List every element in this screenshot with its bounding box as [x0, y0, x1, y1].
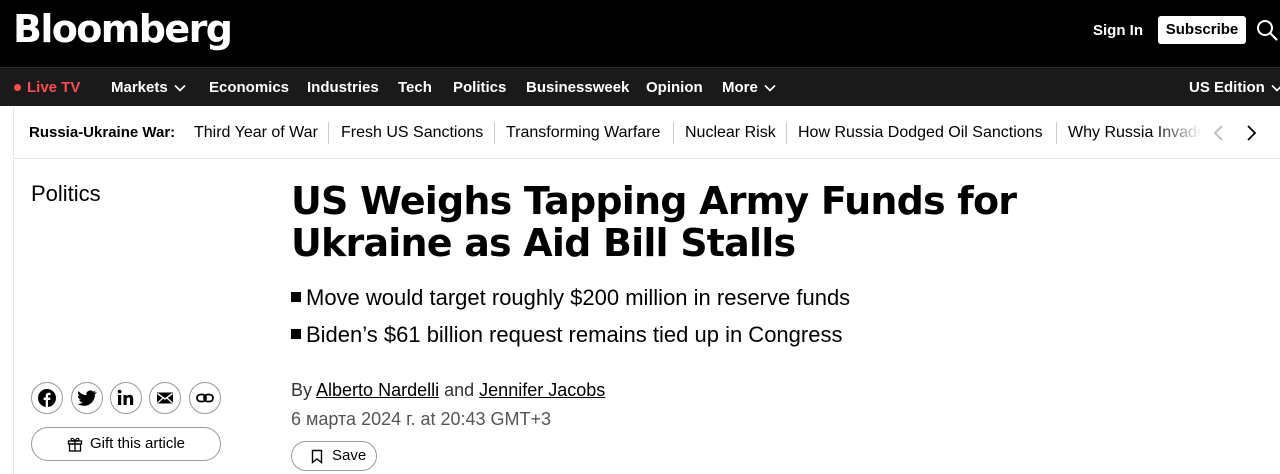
link-icon — [196, 393, 214, 403]
summary-bullet: Biden’s $61 billion request remains tied… — [291, 321, 842, 349]
subscribe-button[interactable]: Subscribe — [1158, 16, 1246, 44]
chevron-left-icon[interactable] — [1210, 123, 1228, 143]
search-icon[interactable] — [1256, 19, 1278, 41]
nav-item-markets[interactable]: Markets — [111, 68, 186, 107]
bullet-square-icon — [291, 292, 301, 303]
bookmark-icon — [311, 449, 323, 464]
edition-selector[interactable]: US Edition — [1189, 68, 1280, 107]
author-link[interactable]: Alberto Nardelli — [316, 380, 439, 400]
nav-item-label: Economics — [209, 79, 290, 96]
nav-item-label: More — [722, 79, 758, 96]
nav-item-label: Businessweek — [526, 79, 630, 96]
topic-link[interactable]: Nuclear Risk — [685, 107, 776, 159]
email-icon — [157, 392, 173, 404]
linkedin-icon — [117, 389, 134, 405]
topic-link[interactable]: Transforming Warfare — [506, 107, 660, 159]
divider — [13, 160, 14, 474]
byline: By Alberto Nardelli and Jennifer Jacobs — [291, 378, 605, 402]
masthead: Bloomberg Sign In Subscribe — [0, 0, 1280, 67]
nav-item-industries[interactable]: Industries — [307, 68, 379, 107]
chevron-down-icon — [764, 84, 776, 92]
chevron-right-icon[interactable] — [1242, 123, 1260, 143]
chevron-down-icon — [174, 84, 186, 92]
topic-bar: Russia-Ukraine War: Third Year of War Fr… — [13, 107, 1280, 159]
save-label: Save — [332, 447, 367, 464]
bullet-square-icon — [291, 329, 301, 340]
share-twitter-button[interactable] — [71, 382, 103, 414]
topic-fade — [1154, 107, 1214, 158]
copy-link-button[interactable] — [189, 382, 221, 414]
topic-link[interactable]: Fresh US Sanctions — [341, 107, 483, 159]
summary-bullet: Move would target roughly $200 million i… — [291, 284, 850, 312]
divider — [494, 122, 495, 144]
publish-date: 6 марта 2024 г. at 20:43 GMT+3 — [291, 409, 552, 429]
author-link[interactable]: Jennifer Jacobs — [479, 380, 605, 400]
summary-bullet-text: Biden’s $61 billion request remains tied… — [306, 322, 843, 347]
nav-item-economics[interactable]: Economics — [209, 68, 289, 107]
nav-item-tech[interactable]: Tech — [398, 68, 432, 107]
nav-item-opinion[interactable]: Opinion — [646, 68, 703, 107]
divider — [1056, 122, 1057, 144]
live-dot-icon — [14, 83, 21, 91]
divider — [673, 122, 674, 144]
byline-prefix: By — [291, 380, 313, 400]
nav-item-label: Industries — [307, 79, 379, 96]
nav-item-businessweek[interactable]: Businessweek — [526, 68, 629, 107]
bloomberg-logo[interactable]: Bloomberg — [13, 6, 233, 52]
gift-label: Gift this article — [90, 435, 186, 452]
topic-link[interactable]: How Russia Dodged Oil Sanctions — [798, 107, 1043, 159]
nav-item-label: Tech — [398, 79, 432, 96]
facebook-icon — [38, 389, 56, 407]
save-button[interactable]: Save — [291, 441, 377, 471]
byline-conj: and — [444, 380, 475, 400]
summary-bullet-text: Move would target roughly $200 million i… — [306, 285, 851, 310]
divider — [786, 122, 787, 144]
share-email-button[interactable] — [149, 382, 181, 414]
live-tv-label: Live TV — [27, 79, 81, 96]
twitter-icon — [77, 390, 97, 406]
edition-label: US Edition — [1189, 79, 1265, 96]
share-linkedin-button[interactable] — [110, 382, 142, 414]
gift-article-button[interactable]: Gift this article — [31, 427, 221, 461]
chevron-down-icon — [1271, 84, 1280, 92]
section-label[interactable]: Politics — [31, 180, 101, 208]
sign-in-link[interactable]: Sign In — [1093, 21, 1143, 41]
nav-item-label: Opinion — [646, 79, 703, 96]
gift-icon — [67, 437, 83, 452]
nav-item-label: Politics — [453, 79, 507, 96]
live-tv-link[interactable]: Live TV — [14, 68, 80, 107]
topic-link[interactable]: Third Year of War — [194, 107, 318, 159]
topic-heading: Russia-Ukraine War: — [29, 124, 176, 141]
nav-item-more[interactable]: More — [722, 68, 776, 107]
nav-item-label: Markets — [111, 79, 168, 96]
divider — [328, 122, 329, 144]
nav-item-politics[interactable]: Politics — [453, 68, 506, 107]
headline: US Weighs Tapping Army Funds for Ukraine… — [291, 179, 1017, 265]
main-nav: Live TV Markets Economics Industries Tec… — [0, 67, 1280, 106]
share-facebook-button[interactable] — [31, 382, 63, 414]
